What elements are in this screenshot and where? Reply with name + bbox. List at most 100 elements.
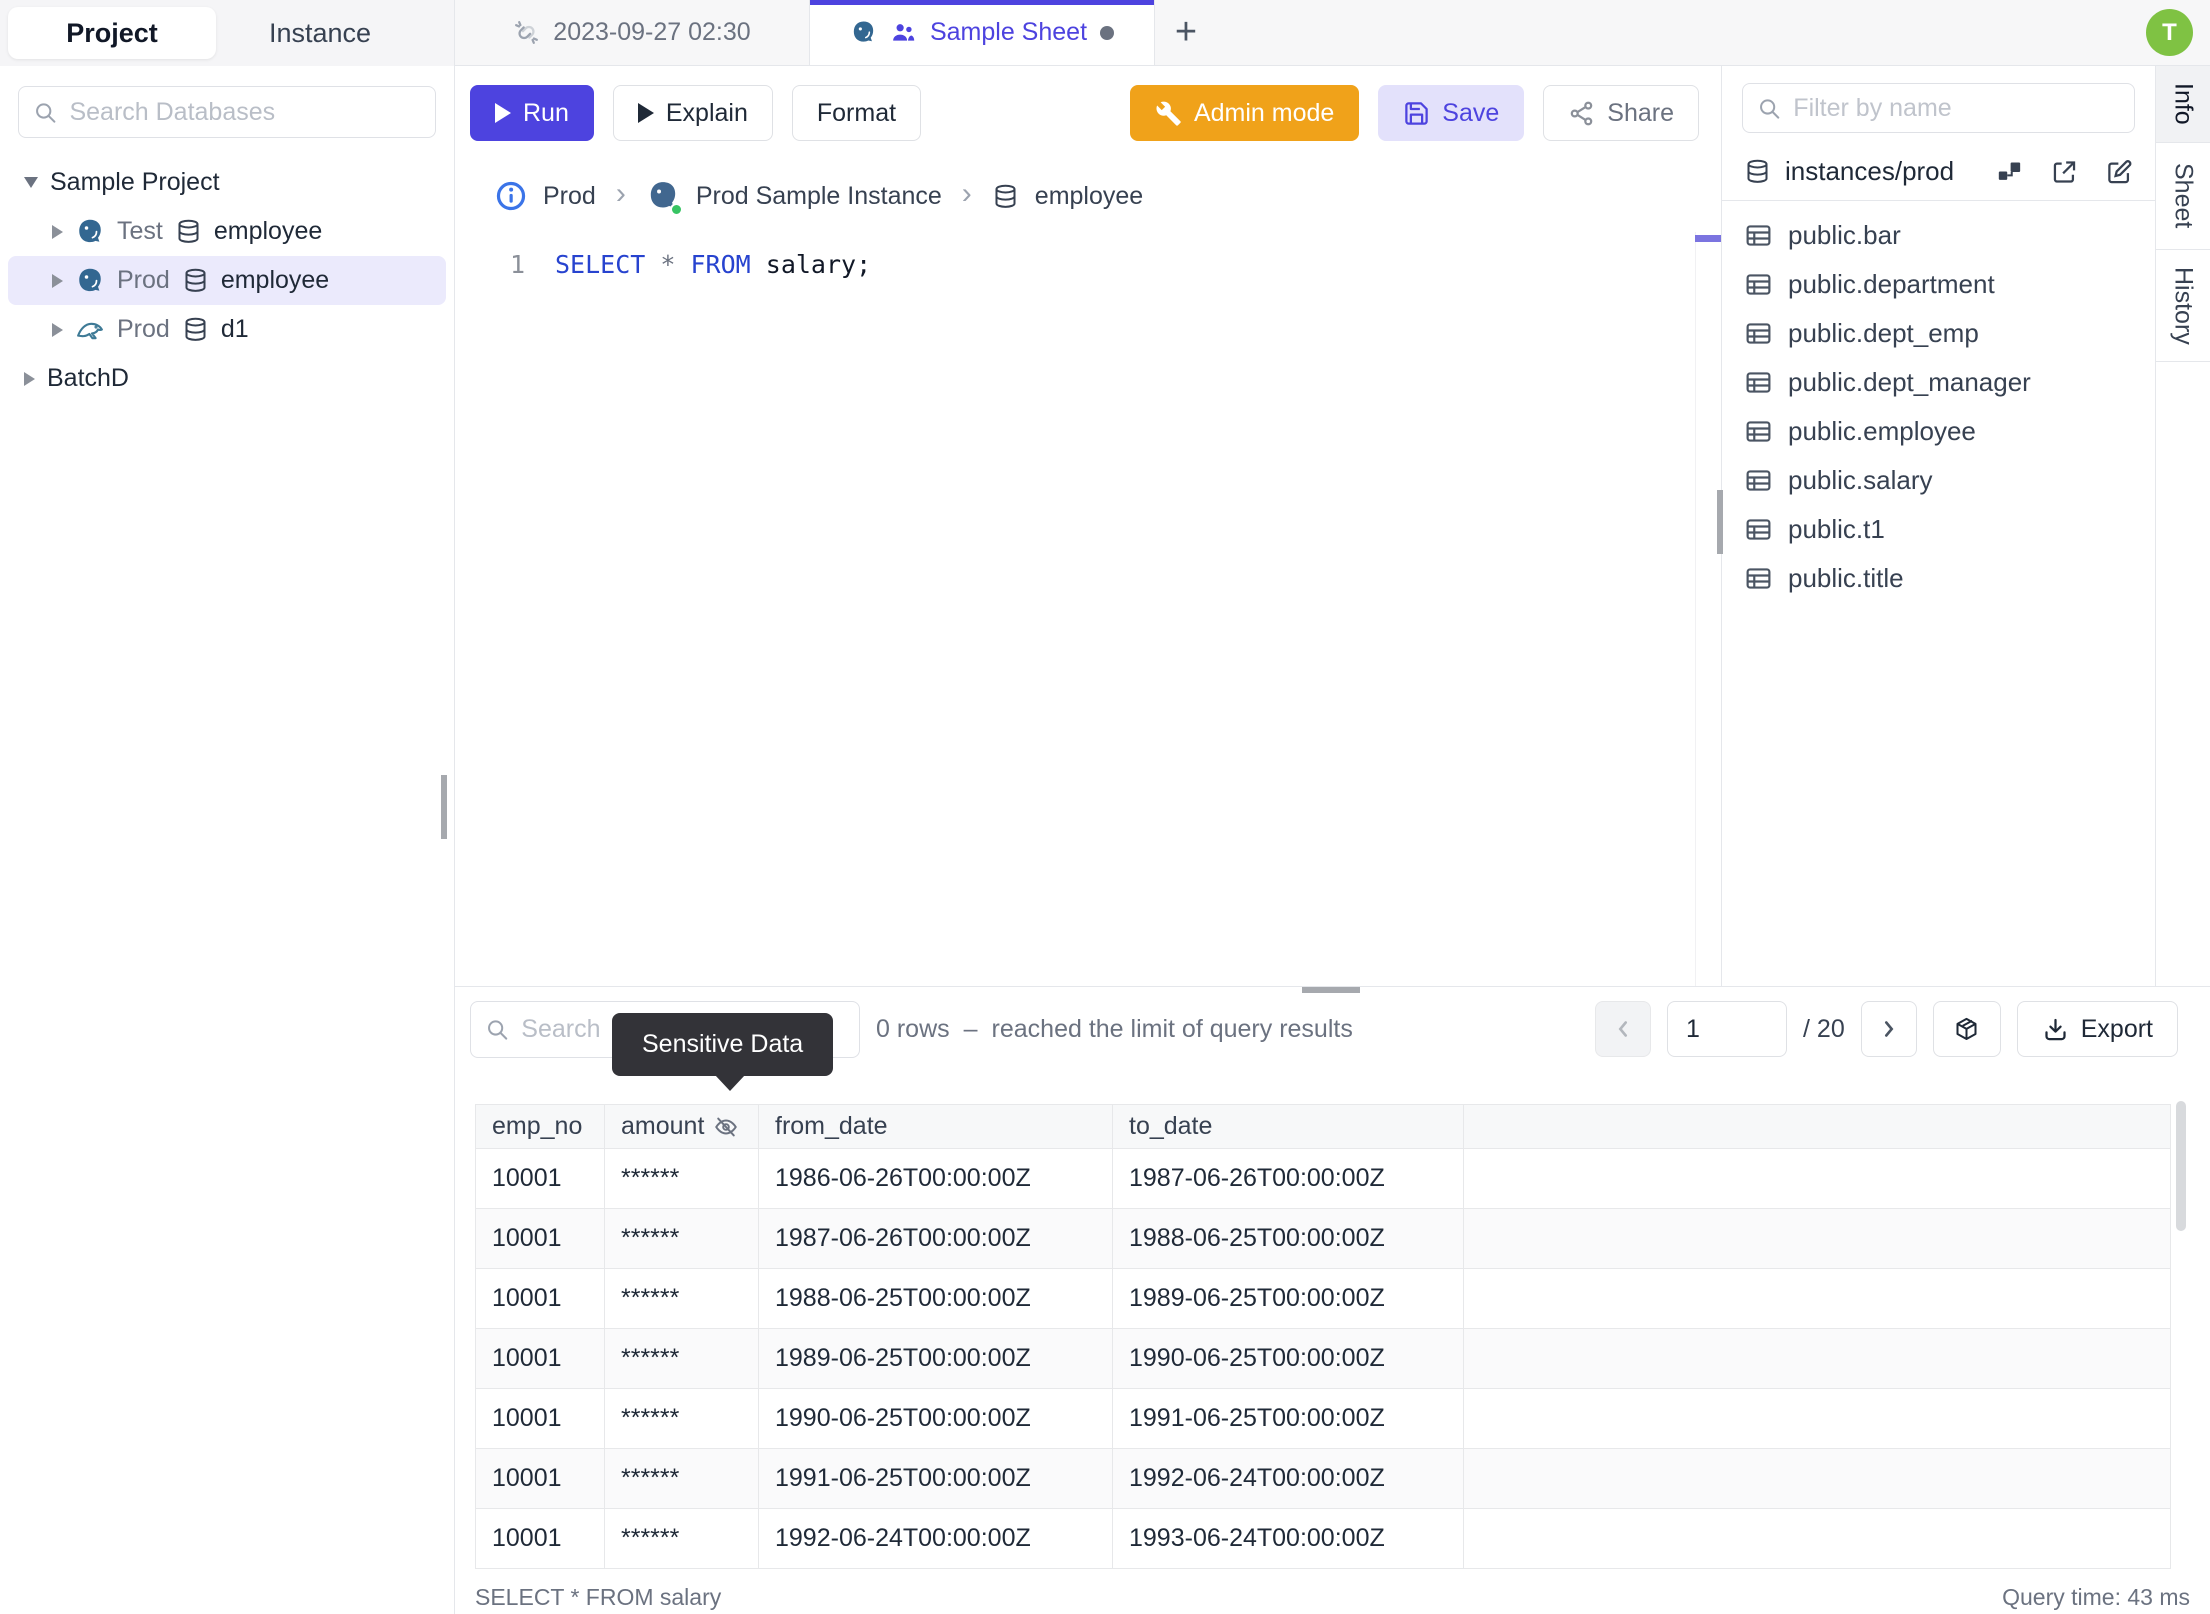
editor-column: Run Explain Format Admin mode Save Share… [455,66,1722,986]
column-header[interactable]: from_date [758,1104,1113,1149]
table-cell: 10001 [475,1208,605,1269]
postgresql-icon [75,217,105,247]
schema-table-item[interactable]: public.title [1722,554,2155,603]
tab-instance[interactable]: Instance [216,7,424,59]
share-button[interactable]: Share [1543,85,1699,141]
sheet-tab-sample-sheet[interactable]: Sample Sheet [810,0,1155,65]
tree-item[interactable]: Prod d1 [8,305,446,354]
table-row[interactable]: 10001 ****** 1990-06-25T00:00:00Z 1991-06-2… [475,1388,2171,1449]
filter-box [1742,83,2135,133]
admin-mode-button[interactable]: Admin mode [1129,85,1360,141]
table-cell-filler [1463,1268,2171,1329]
tree-item[interactable]: BatchD [8,354,446,403]
schema-table-item[interactable]: public.department [1722,260,2155,309]
search-databases-input[interactable] [69,97,421,127]
caret-right-icon[interactable] [52,273,63,288]
results-resize-handle[interactable] [1302,987,1360,993]
format-button[interactable]: Format [791,85,922,141]
share-icon [1568,100,1595,127]
table-row[interactable]: 10001 ****** 1991-06-25T00:00:00Z 1992-06-2… [475,1448,2171,1509]
page-number-input[interactable] [1667,1001,1788,1057]
sql-editor-app: Project Instance Sample Project Test emplo… [0,0,2210,1614]
table-cell: 1993-06-24T00:00:00Z [1112,1508,1464,1569]
table-cell-filler [1463,1328,2171,1389]
schema-table-item[interactable]: public.dept_manager [1722,358,2155,407]
tree-item[interactable]: Prod employee [8,256,446,305]
limit-note: reached the limit of query results [991,1014,1353,1043]
table-cell: 10001 [475,1268,605,1329]
search-icon [485,1016,509,1043]
results-table: emp_no amount from_date to_date 10001 ******… [475,1104,2171,1569]
table-icon [1744,564,1773,593]
prev-page-button[interactable] [1595,1001,1652,1057]
table-row[interactable]: 10001 ****** 1986-06-26T00:00:00Z 1987-06-2… [475,1148,2171,1209]
table-cell: 1990-06-25T00:00:00Z [758,1388,1113,1449]
tab-project[interactable]: Project [8,7,216,59]
table-icon [1744,221,1773,250]
caret-right-icon[interactable] [24,371,35,386]
avatar[interactable]: T [2146,9,2193,56]
breadcrumb-database[interactable]: employee [1035,182,1143,211]
schema-table-item[interactable]: public.dept_emp [1722,309,2155,358]
sheet-tab-adhoc[interactable]: 2023-09-27 02:30 [455,0,810,65]
column-header[interactable]: to_date [1112,1104,1464,1149]
table-cell: ****** [604,1208,759,1269]
table-cell-filler [1463,1448,2171,1509]
caret-right-icon[interactable] [52,322,63,337]
editor-minimap[interactable] [1695,232,1721,986]
search-icon [33,99,57,126]
schema-diagram-icon[interactable] [1996,157,2023,187]
caret-down-icon[interactable] [24,177,38,188]
instance-path-row: instances/prod [1722,143,2155,201]
table-row[interactable]: 10001 ****** 1992-06-24T00:00:00Z 1993-06-2… [475,1508,2171,1569]
info-icon[interactable] [495,180,527,212]
line-number: 1 [509,250,525,279]
postgresql-icon [646,179,683,216]
run-button[interactable]: Run [470,85,594,141]
eye-off-icon[interactable] [713,1114,739,1140]
schema-table-item[interactable]: public.t1 [1722,505,2155,554]
column-header[interactable]: emp_no [475,1104,605,1149]
sidebar-resize-handle[interactable] [441,775,447,839]
filter-by-name-input[interactable] [1793,93,2120,123]
schema-table-item[interactable]: public.employee [1722,407,2155,456]
edit-icon[interactable] [2106,157,2133,187]
tab-info[interactable]: Info [2156,66,2210,143]
pivot-view-button[interactable] [1932,1001,2001,1057]
sensitive-data-tooltip: Sensitive Data [612,1013,834,1091]
chevron-right-icon: › [615,177,626,210]
environment-label: Prod [117,315,170,343]
column-header[interactable]: amount [604,1104,759,1149]
schema-table-list: public.bar public.department public.dept_e… [1722,201,2155,603]
table-name: public.title [1788,563,1904,593]
results-scrollbar[interactable] [2176,1101,2186,1231]
status-bar: SELECT * FROM salary Query time: 43 ms [455,1580,2210,1614]
tab-history[interactable]: History [2156,250,2210,362]
schema-table-item[interactable]: public.salary [1722,456,2155,505]
new-sheet-button[interactable]: + [1155,0,1217,65]
instance-path: instances/prod [1785,156,1955,186]
tab-sheet[interactable]: Sheet [2156,143,2210,250]
database-icon [182,267,209,294]
table-row[interactable]: 10001 ****** 1987-06-26T00:00:00Z 1988-06-2… [475,1208,2171,1269]
sidebar-tab-switcher: Project Instance [0,0,454,66]
database-icon [182,316,209,343]
schema-panel-resize-handle[interactable] [1717,490,1723,554]
tree-item[interactable]: Test employee [8,207,446,256]
table-cell-filler [1463,1148,2171,1209]
next-page-button[interactable] [1860,1001,1917,1057]
export-button[interactable]: Export [2016,1001,2178,1057]
sql-editor[interactable]: 1 SELECT * FROM salary; [455,232,1721,986]
table-cell: 1991-06-25T00:00:00Z [758,1448,1113,1509]
breadcrumb-environment[interactable]: Prod [543,182,596,211]
explain-button[interactable]: Explain [612,85,773,141]
save-button[interactable]: Save [1378,85,1525,141]
table-cell: 1989-06-25T00:00:00Z [758,1328,1113,1389]
breadcrumb-instance[interactable]: Prod Sample Instance [696,182,942,211]
tree-item[interactable]: Sample Project [8,158,446,207]
external-link-icon[interactable] [2051,157,2078,187]
schema-table-item[interactable]: public.bar [1722,211,2155,260]
table-row[interactable]: 10001 ****** 1989-06-25T00:00:00Z 1990-06-2… [475,1328,2171,1389]
table-row[interactable]: 10001 ****** 1988-06-25T00:00:00Z 1989-06-2… [475,1268,2171,1329]
caret-right-icon[interactable] [52,224,63,239]
